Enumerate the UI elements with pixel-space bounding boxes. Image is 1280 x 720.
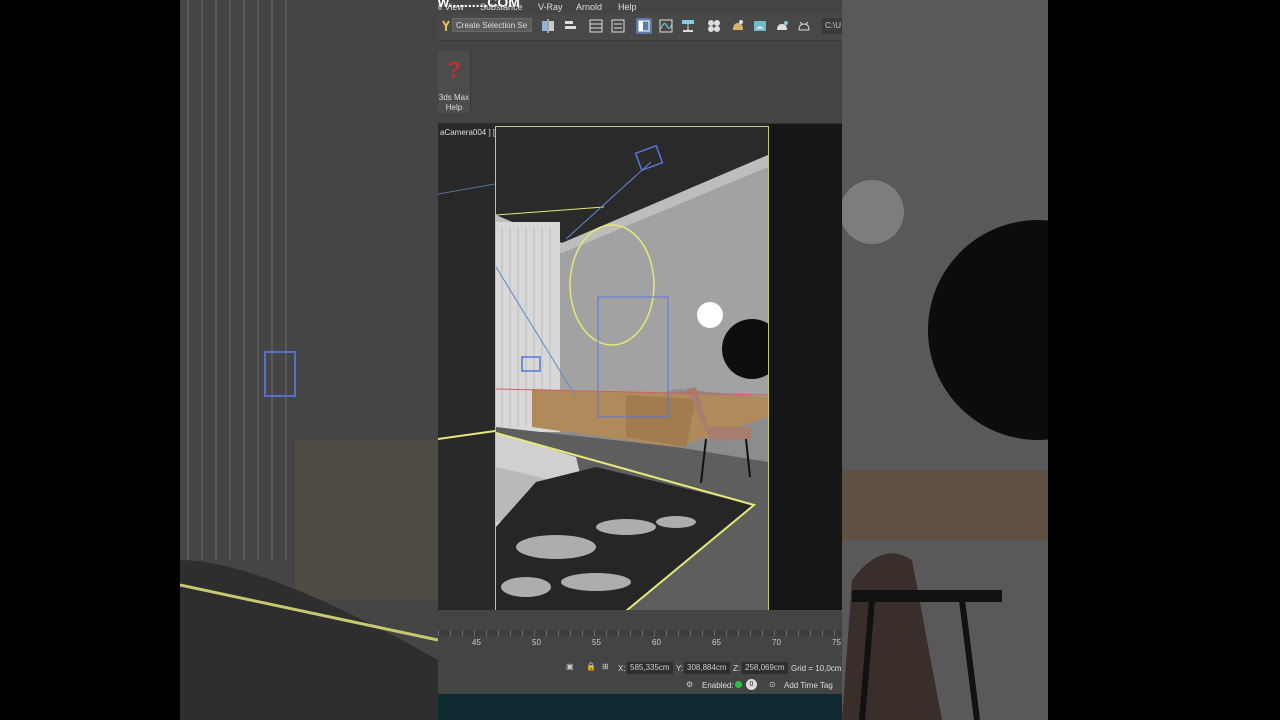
auto-key-icon[interactable]: ⚙: [686, 680, 693, 689]
y-coordinate-field[interactable]: 308,884cm: [684, 662, 730, 674]
camera-safe-frame: [495, 126, 769, 612]
scene-explorer-icon[interactable]: [610, 18, 626, 34]
menu-item-vray[interactable]: V-Ray: [538, 2, 563, 12]
main-toolbar: Create Selection Se C:\U: [438, 14, 842, 41]
ribbon-panel: ? 3ds Max Help: [438, 41, 842, 124]
key-value-button[interactable]: 0: [746, 679, 757, 690]
mirror-icon[interactable]: [540, 18, 556, 34]
timeline-tick: 70: [772, 638, 781, 647]
blurred-background-left: [0, 0, 438, 720]
x-label: X:: [618, 664, 626, 673]
render-icon[interactable]: [774, 18, 790, 34]
project-path-field[interactable]: C:\U: [822, 18, 842, 34]
render-setup-icon[interactable]: [730, 18, 746, 34]
menu-item-substance[interactable]: Substance: [480, 2, 523, 12]
transform-mode-icon[interactable]: ⊞: [602, 662, 609, 671]
isolate-icon[interactable]: ▣: [566, 662, 574, 671]
camera-viewport[interactable]: aCamera004 ] [Standard ] [Default Shadin…: [438, 124, 842, 612]
align-icon[interactable]: [562, 18, 578, 34]
ribbon-toggle-icon[interactable]: [636, 18, 652, 34]
enabled-indicator[interactable]: [735, 681, 742, 688]
menu-bar: w..........COM il View Substance V-Ray A…: [438, 0, 842, 14]
status-bar: ▣ 🔒 ⊞ X: 585,335cm Y: 308,884cm Z: 258,0…: [438, 656, 842, 694]
enabled-label: Enabled:: [702, 681, 734, 690]
curve-editor-icon[interactable]: [658, 18, 674, 34]
timeline-tick: 65: [712, 638, 721, 647]
taskbar-strip: [438, 694, 842, 720]
menu-item-view[interactable]: il View: [438, 2, 464, 12]
teapot-icon[interactable]: [796, 18, 812, 34]
selection-set-label: Create Selection Se: [456, 21, 528, 30]
timeline-tick: 45: [472, 638, 481, 647]
timeline[interactable]: 45 50 55 60 65 70 75: [438, 610, 842, 656]
help-button[interactable]: ? 3ds Max Help: [438, 51, 471, 113]
z-coordinate-field[interactable]: 258,069cm: [742, 662, 788, 674]
timeline-track[interactable]: [438, 630, 842, 636]
select-filter-icon[interactable]: [438, 18, 450, 34]
layer-manager-icon[interactable]: [588, 18, 604, 34]
lock-icon[interactable]: 🔒: [586, 662, 596, 671]
timeline-tick: 60: [652, 638, 661, 647]
help-label-line2: Help: [445, 103, 463, 112]
timeline-tick: 75: [832, 638, 841, 647]
material-editor-icon[interactable]: [706, 18, 722, 34]
viewport-outside-left: [438, 183, 495, 440]
time-tag-icon[interactable]: ⊙: [769, 680, 776, 689]
blurred-background-right: [842, 0, 1280, 720]
selection-set-dropdown[interactable]: Create Selection Se: [452, 18, 532, 32]
menu-item-help[interactable]: Help: [618, 2, 637, 12]
schematic-view-icon[interactable]: [680, 18, 696, 34]
timeline-tick: 50: [532, 638, 541, 647]
menu-item-arnold[interactable]: Arnold: [576, 2, 602, 12]
svg-text:?: ?: [447, 57, 460, 82]
x-coordinate-field[interactable]: 585,335cm: [627, 662, 673, 674]
timeline-tick: 55: [592, 638, 601, 647]
scene-render: [496, 127, 768, 611]
y-label: Y:: [676, 664, 684, 673]
3ds-max-window: w..........COM il View Substance V-Ray A…: [438, 0, 842, 720]
add-time-tag[interactable]: Add Time Tag: [784, 681, 833, 690]
viewport-outside-right: [769, 124, 842, 610]
help-question-icon: ?: [447, 57, 460, 82]
rendered-frame-icon[interactable]: [752, 18, 768, 34]
help-label-line1: 3ds Max: [438, 93, 470, 102]
grid-size: Grid = 10,0cm: [791, 664, 842, 673]
z-label: Z:: [733, 664, 741, 673]
